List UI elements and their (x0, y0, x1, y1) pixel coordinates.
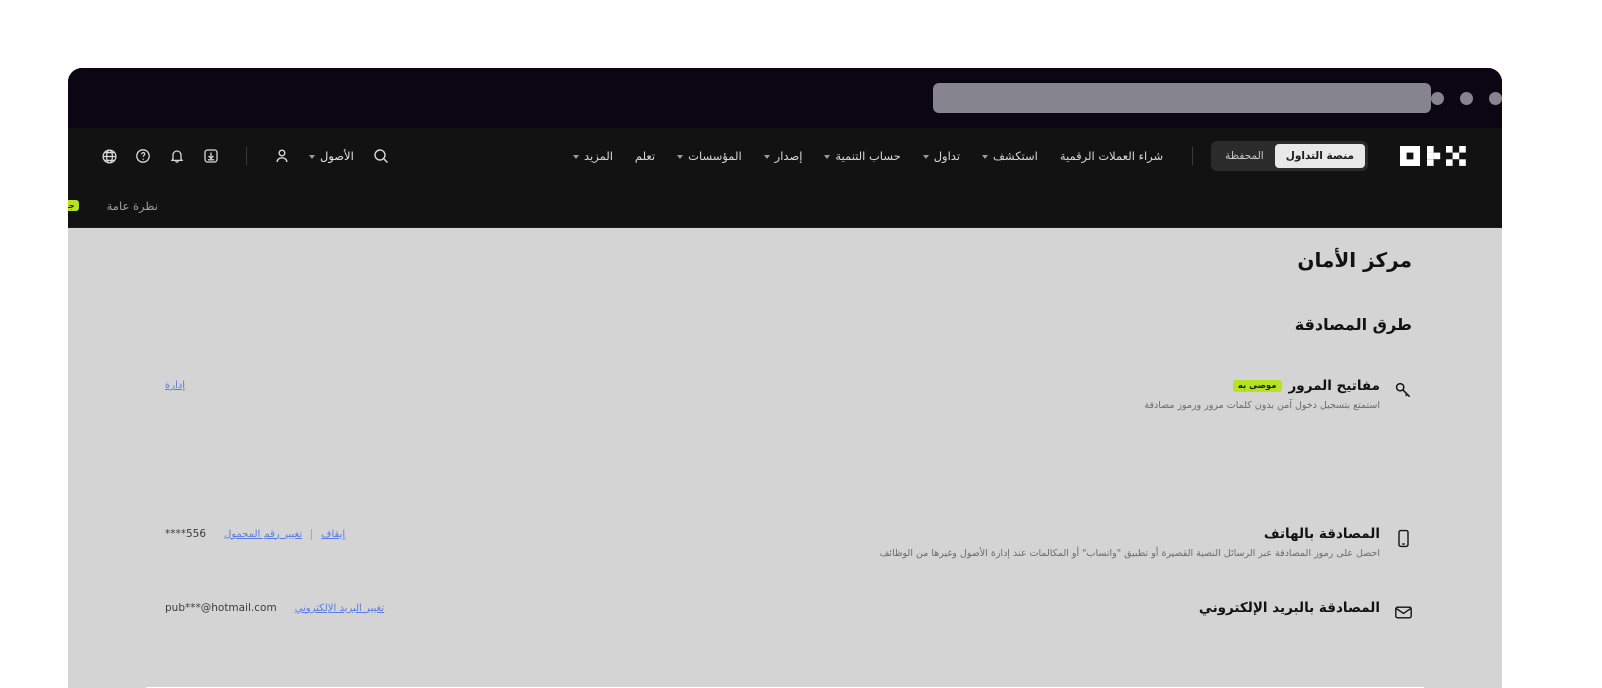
window-controls[interactable] (1431, 91, 1502, 105)
url-bar[interactable] (933, 83, 1431, 113)
maximize-dot[interactable] (1489, 91, 1502, 105)
subnav-item-overview[interactable]: نظرة عامة (93, 199, 172, 213)
phone-description: احصل على رموز المصادقة عبر الرسائل النصي… (879, 548, 1380, 559)
phone-title-wrap: المصادقة بالهاتف (880, 526, 1380, 542)
security-center-page: مركز الأمان طرق المصادقة مفاتيح المرور م… (68, 228, 1502, 688)
segment-trading-platform[interactable]: منصة التداول (1274, 144, 1365, 168)
nav-label: تداول (933, 149, 961, 163)
envelope-icon (1392, 601, 1414, 623)
chevron-down-icon (922, 154, 929, 159)
bell-icon[interactable] (160, 139, 194, 173)
chevron-down-icon (763, 154, 770, 159)
chevron-down-icon (982, 154, 989, 159)
method-row-passkey: مفاتيح المرور موصى به استمتع بتسجيل دخول… (68, 378, 1502, 412)
browser-window: منصة التداول المحفظة شراء العملات الرقمي… (68, 68, 1502, 688)
new-badge: جديد (68, 200, 79, 211)
phone-title: المصادقة بالهاتف (1263, 526, 1380, 542)
section-title: طرق المصادقة (1294, 315, 1412, 334)
passkey-title-wrap: مفاتيح المرور موصى به (1144, 378, 1380, 394)
method-row-email: المصادقة بالبريد الإلكتروني تغيير البريد… (68, 600, 1502, 623)
user-icon[interactable] (265, 139, 299, 173)
chevron-down-icon (309, 154, 315, 159)
browser-chrome (68, 68, 1502, 128)
phone-actions: إيقاف تغيير رقم المحمول ****556 (156, 526, 354, 540)
email-title-wrap: المصادقة بالبريد الإلكتروني (1199, 600, 1380, 616)
email-masked-value: pub***@hotmail.com (165, 602, 277, 614)
chevron-down-icon (677, 154, 684, 159)
nav-item-learn[interactable]: تعلم (624, 149, 666, 163)
nav-links: شراء العملات الرقمية استكشف تداول حساب ا… (562, 149, 1174, 163)
chevron-down-icon (572, 154, 579, 159)
nav-label: المؤسسات (688, 149, 742, 163)
assets-menu[interactable]: الأصول (299, 149, 364, 163)
platform-wallet-toggle[interactable]: منصة التداول المحفظة (1211, 141, 1368, 171)
search-icon[interactable] (364, 139, 398, 173)
secondary-navbar: نظرة عامة جديد الأمان التحقق التفضيلات ح… (68, 184, 1502, 228)
nav-divider-2 (246, 147, 247, 165)
close-dot[interactable] (1431, 91, 1444, 105)
passkey-description: استمتع بتسجيل دخول آمن بدون كلمات مرور و… (1144, 400, 1380, 411)
phone-icon (1392, 527, 1414, 549)
nav-item-explore[interactable]: استكشف (971, 149, 1049, 163)
nav-label: استكشف (993, 149, 1038, 163)
segment-wallet[interactable]: المحفظة (1214, 144, 1275, 168)
nav-label: تعلم (634, 149, 656, 163)
passkey-title: مفاتيح المرور (1288, 378, 1380, 394)
change-email-link[interactable]: تغيير البريد الإلكتروني (286, 603, 393, 614)
phone-masked-value: ****556 (165, 528, 207, 540)
download-icon[interactable] (194, 139, 228, 173)
nav-label: إصدار (774, 149, 803, 163)
subnav-item-security[interactable]: جديد الأمان (68, 199, 93, 213)
method-row-phone: المصادقة بالهاتف احصل على رموز المصادقة … (68, 526, 1502, 560)
help-icon[interactable] (126, 139, 160, 173)
change-phone-link[interactable]: تغيير رقم المحمول (215, 529, 311, 540)
nav-divider (1192, 147, 1194, 165)
action-separator (311, 528, 313, 540)
nav-item-growth-account[interactable]: حساب التنمية (813, 149, 911, 163)
subnav-label: نظرة عامة (106, 198, 158, 213)
recommended-badge: موصى به (1232, 379, 1282, 393)
manage-passkey-link[interactable]: إدارة (156, 380, 194, 391)
nav-item-buy-crypto[interactable]: شراء العملات الرقمية (1049, 149, 1174, 163)
okx-logo[interactable] (1400, 146, 1480, 166)
passkey-actions: إدارة (156, 378, 194, 391)
nav-label: شراء العملات الرقمية (1059, 149, 1164, 163)
nav-item-trade[interactable]: تداول (912, 149, 971, 163)
nav-item-more[interactable]: المزيد (562, 149, 624, 163)
minimize-dot[interactable] (1460, 91, 1473, 105)
disable-phone-link[interactable]: إيقاف (312, 529, 354, 540)
assets-label: الأصول (320, 149, 354, 163)
email-actions: تغيير البريد الإلكتروني pub***@hotmail.c… (156, 600, 393, 614)
page-title: مركز الأمان (1297, 248, 1412, 272)
nav-item-issue[interactable]: إصدار (753, 149, 814, 163)
chevron-down-icon (824, 154, 831, 159)
primary-navbar: منصة التداول المحفظة شراء العملات الرقمي… (68, 128, 1502, 184)
key-icon (1392, 379, 1414, 401)
globe-icon[interactable] (92, 139, 126, 173)
nav-label: المزيد (583, 149, 613, 163)
nav-item-institutions[interactable]: المؤسسات (666, 149, 753, 163)
email-title: المصادقة بالبريد الإلكتروني (1198, 600, 1380, 616)
nav-label: حساب التنمية (835, 149, 901, 163)
